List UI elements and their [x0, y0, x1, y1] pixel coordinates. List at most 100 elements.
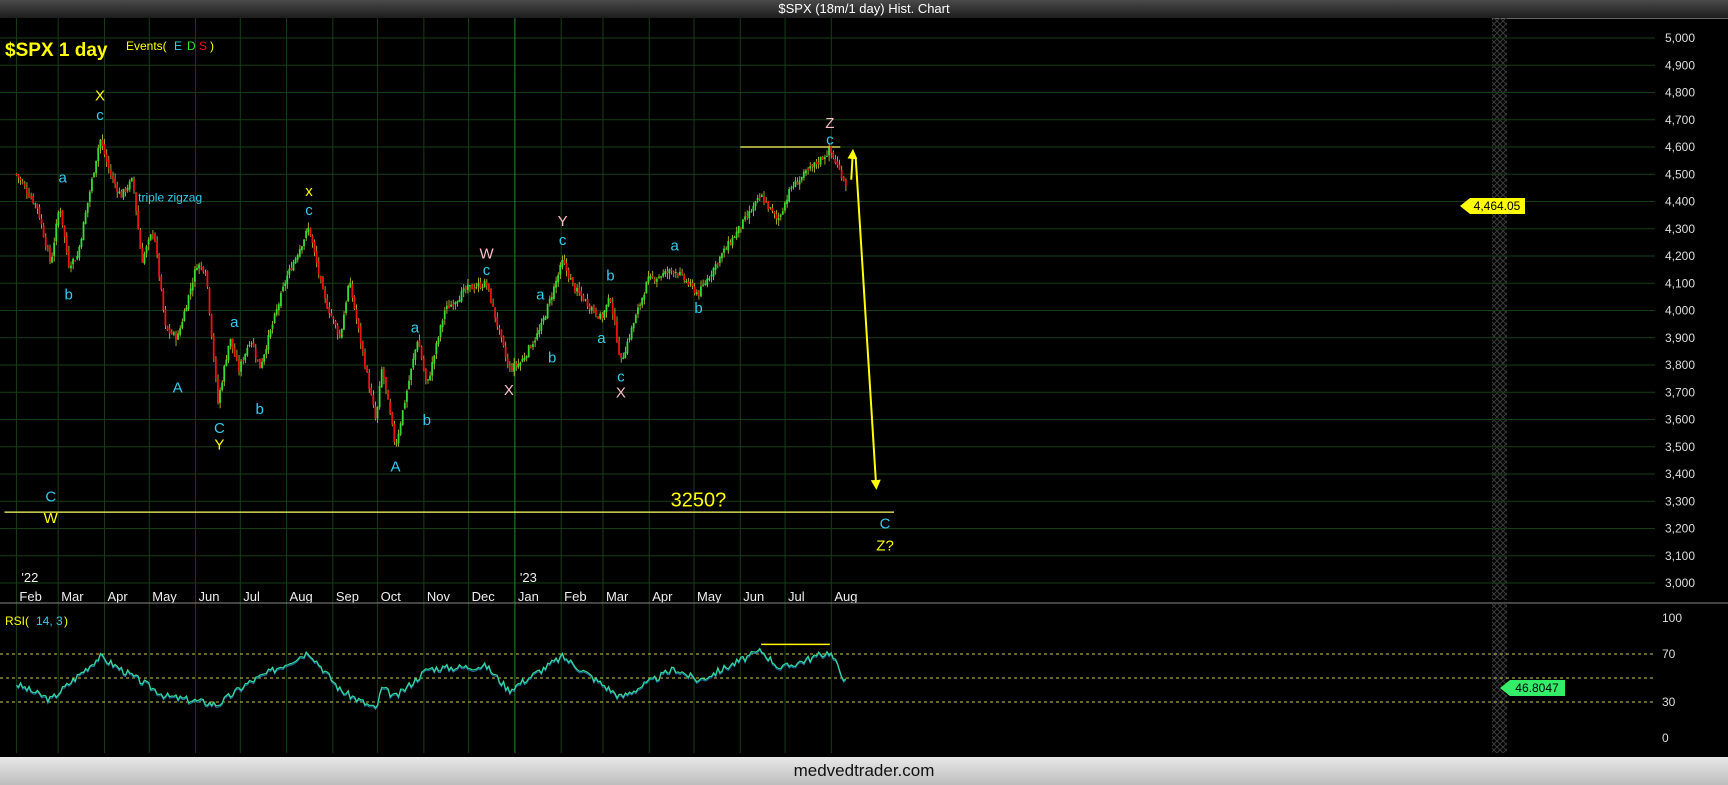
candle: [609, 298, 612, 303]
candle: [477, 283, 480, 287]
chart-area[interactable]: CWabXctriple zigzagACYabxcAabWcXabYcabcX…: [0, 18, 1728, 757]
candle: [307, 227, 310, 233]
candle: [374, 406, 377, 419]
candle: [212, 335, 215, 359]
candle: [613, 313, 616, 322]
candle: [670, 269, 673, 271]
candle: [338, 334, 341, 337]
candle: [292, 262, 295, 271]
candle: [397, 433, 400, 444]
price-tick: 5,000: [1665, 31, 1695, 45]
candle: [280, 292, 282, 307]
candle: [794, 180, 797, 187]
candle: [479, 282, 482, 289]
wave-label: W: [44, 510, 59, 527]
candle: [574, 283, 576, 293]
candle: [269, 329, 272, 337]
candle: [760, 195, 763, 197]
candle: [779, 214, 782, 217]
candle: [716, 263, 719, 265]
candle: [534, 340, 536, 343]
candle: [49, 247, 51, 262]
site-footer: medvedtrader.com: [0, 757, 1728, 785]
candle: [519, 362, 522, 366]
candle: [666, 271, 669, 273]
candle: [82, 222, 85, 241]
candle: [240, 361, 242, 372]
candle: [828, 147, 830, 156]
candle: [674, 271, 677, 274]
chart-window: $SPX (18m/1 day) Hist. Chart C Wa b Xc tripl…: [0, 0, 1728, 785]
wave-label: x: [305, 183, 313, 200]
candle: [370, 387, 373, 395]
price-tick: 4,800: [1665, 86, 1695, 100]
month-tick: Nov: [427, 589, 451, 604]
candle: [223, 365, 226, 382]
events-d: D: [187, 39, 196, 53]
candle: [25, 187, 28, 194]
candle: [838, 164, 841, 170]
month-tick: Jan: [518, 589, 539, 604]
window-title: $SPX (18m/1 day) Hist. Chart: [0, 0, 1728, 19]
candle: [473, 288, 476, 290]
candle: [729, 242, 732, 245]
candle: [336, 325, 339, 335]
candle: [607, 297, 610, 307]
candle: [382, 369, 385, 379]
wave-label: c: [483, 262, 491, 279]
candle: [746, 216, 749, 218]
candle: [231, 338, 234, 349]
rsi-last-marker: 46.8047: [1500, 680, 1565, 696]
candle: [456, 301, 459, 304]
candle: [527, 345, 530, 357]
candle: [742, 219, 744, 229]
candle: [208, 288, 211, 314]
rsi-tick: 100: [1662, 611, 1682, 625]
candle: [40, 218, 43, 225]
wave-label: c: [826, 131, 834, 148]
year-tick: '23: [520, 570, 537, 585]
candle: [46, 247, 49, 249]
month-tick: Jun: [743, 589, 764, 604]
candle: [406, 390, 408, 402]
candle: [416, 341, 419, 351]
candle: [200, 265, 203, 267]
candle: [681, 271, 683, 274]
candle: [261, 361, 263, 368]
candle: [147, 239, 150, 245]
candle: [183, 311, 186, 322]
candle: [175, 332, 177, 341]
candle: [76, 255, 79, 260]
candle: [347, 285, 350, 302]
candle: [458, 299, 461, 303]
last-price-marker: 4,464.05: [1460, 198, 1525, 214]
candle: [542, 318, 545, 322]
candle: [718, 256, 721, 263]
candle: [647, 276, 650, 283]
candle: [672, 271, 675, 274]
candle: [557, 275, 560, 283]
candle: [408, 380, 410, 390]
candle: [366, 367, 368, 373]
price-tick: 3,400: [1665, 467, 1695, 481]
price-tick: 3,500: [1665, 440, 1695, 454]
candle: [584, 299, 587, 301]
candle: [655, 278, 658, 282]
candle: [721, 253, 723, 259]
candle: [284, 283, 287, 287]
candle: [773, 211, 776, 214]
candle: [112, 176, 114, 179]
candle: [166, 326, 169, 331]
candle: [748, 211, 751, 219]
rsi-tick: 0: [1662, 731, 1669, 745]
candle: [506, 358, 509, 365]
candle: [513, 363, 515, 372]
candle: [238, 360, 240, 372]
price-tick: 4,300: [1665, 222, 1695, 236]
candle: [599, 313, 602, 319]
candle: [322, 277, 324, 290]
price-tick: 4,700: [1665, 113, 1695, 127]
candle: [84, 212, 87, 224]
candle: [65, 235, 68, 253]
month-tick: Feb: [19, 589, 41, 604]
